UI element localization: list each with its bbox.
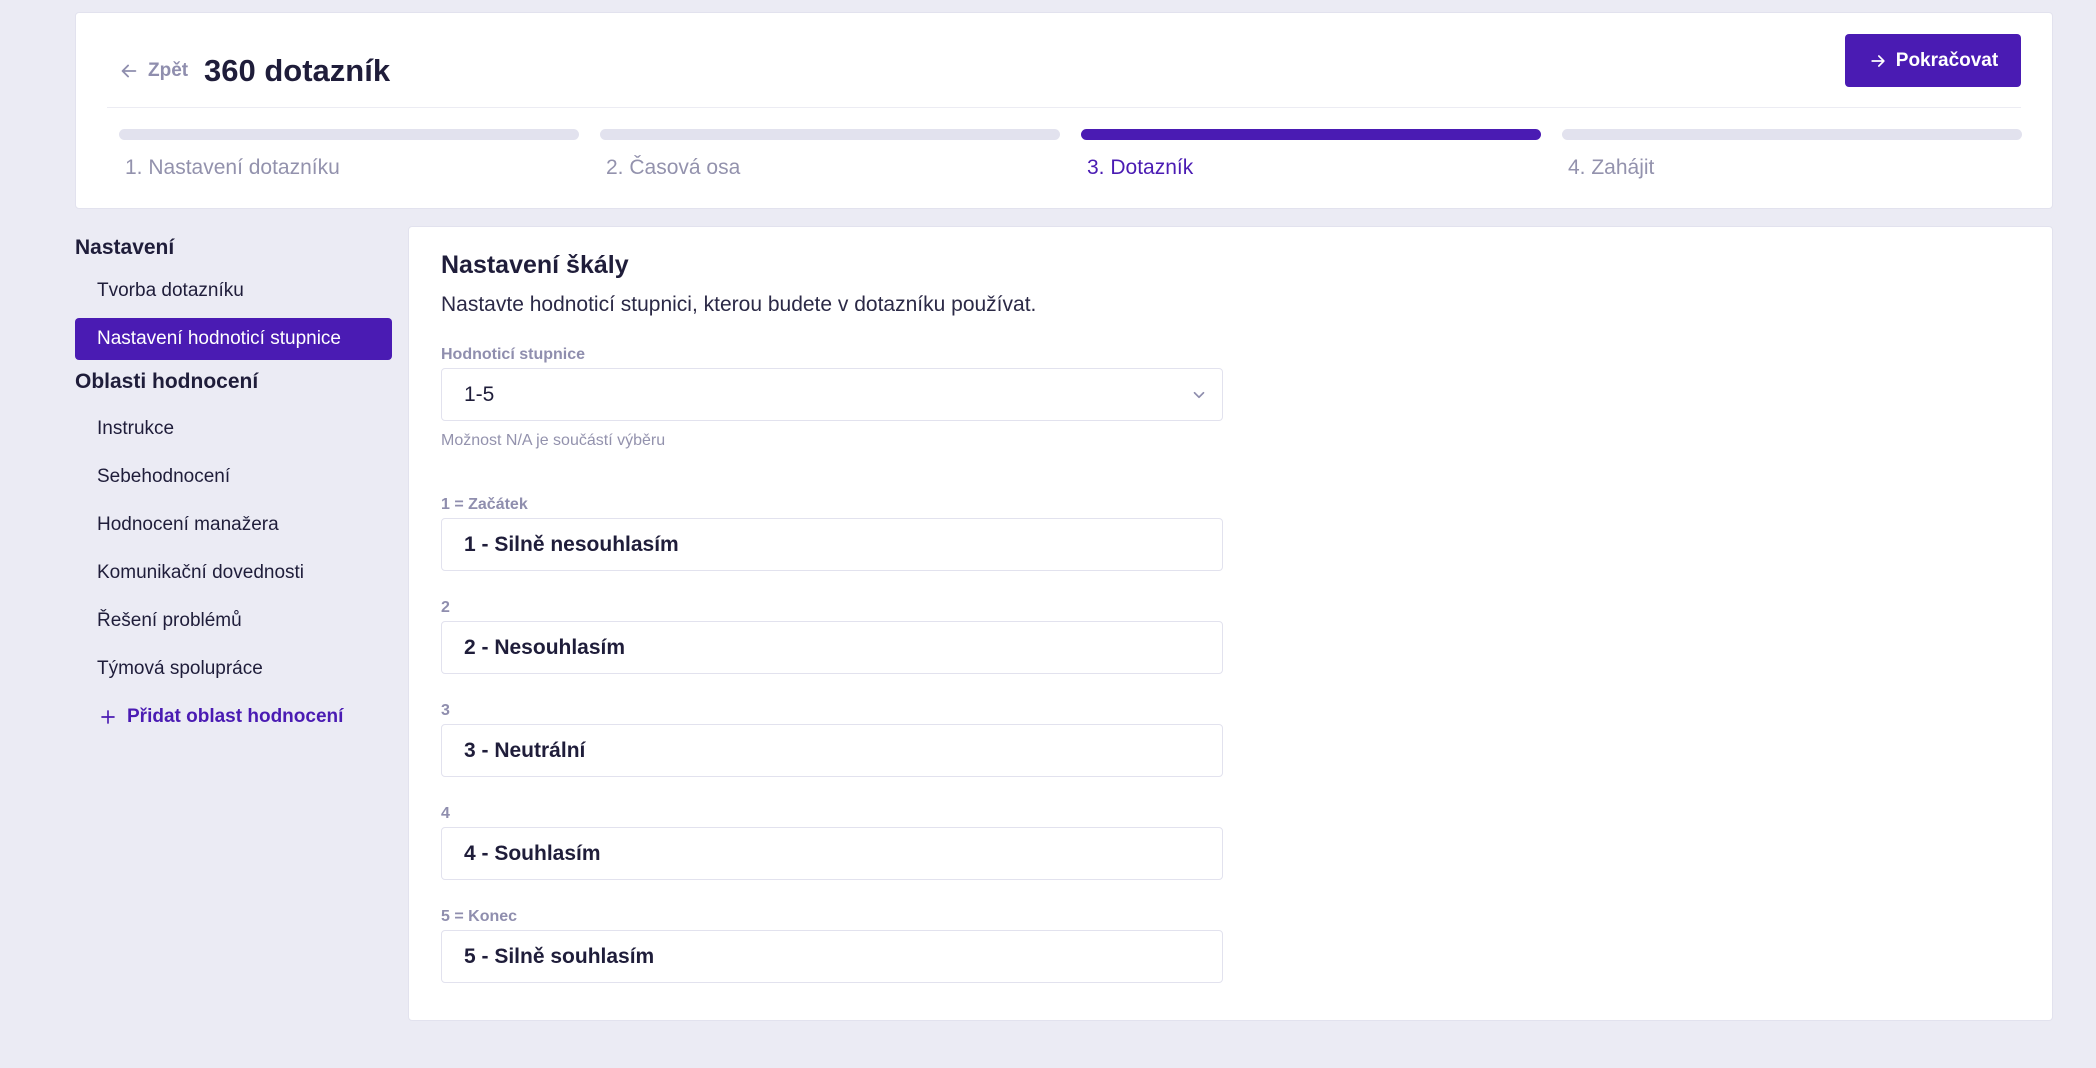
sidebar-item-teamwork[interactable]: Týmová spolupráce [75,648,392,690]
scale-select-label: Hodnoticí stupnice [441,346,585,363]
step-label: 3. Dotazník [1087,156,1194,179]
back-link[interactable]: Zpět [118,49,188,93]
sidebar-item-instructions[interactable]: Instrukce [75,408,392,450]
sidebar-item-rating-scale[interactable]: Nastavení hodnoticí stupnice [75,318,392,360]
step-progress-bar [119,129,579,140]
step-label: 2. Časová osa [606,156,741,179]
sidebar-item-problem-solving[interactable]: Řešení problémů [75,600,392,642]
na-hint: Možnost N/A je součástí výběru [441,432,666,449]
scale-field-3-input[interactable]: 3 - Neutrální [441,724,1223,777]
sidebar-heading-settings: Nastavení [75,236,175,259]
step-2[interactable]: 2. Časová osa [600,129,1060,189]
step-progress-bar [1562,129,2022,140]
scale-field-2-input[interactable]: 2 - Nesouhlasím [441,621,1223,674]
page-title: 360 dotazník [204,53,391,88]
step-progress-bar [1081,129,1541,140]
stepper: 1. Nastavení dotazníku 2. Časová osa 3. … [119,129,2022,189]
scale-select-value: 1-5 [464,382,495,406]
back-label: Zpět [148,60,189,81]
header-card: Zpět 360 dotazník Pokračovat 1. Nastaven… [75,12,2053,209]
sidebar-item-communication-skills[interactable]: Komunikační dovednosti [75,552,392,594]
continue-button[interactable]: Pokračovat [1845,34,2021,87]
arrow-left-icon [121,64,137,78]
sidebar-heading-areas: Oblasti hodnocení [75,370,259,393]
add-area-label: Přidat oblast hodnocení [127,706,344,727]
arrow-right-icon [1871,54,1885,67]
plus-icon [101,710,115,724]
sidebar-item-questionnaire-builder[interactable]: Tvorba dotazníku [75,270,392,312]
step-4[interactable]: 4. Zahájit [1562,129,2022,189]
scale-field-5-label: 5 = Konec [441,908,518,925]
section-title: Nastavení škály [441,251,629,279]
step-3[interactable]: 3. Dotazník [1081,129,1541,189]
add-area-button[interactable]: Přidat oblast hodnocení [75,696,392,738]
scale-field-2-label: 2 [441,599,450,616]
scale-select[interactable]: 1-5 [441,368,1223,421]
section-description: Nastavte hodnoticí stupnici, kterou bude… [441,293,1037,316]
scale-field-4-label: 4 [441,805,450,822]
step-progress-bar [600,129,1060,140]
scale-field-5-input[interactable]: 5 - Silně souhlasím [441,930,1223,983]
step-label: 1. Nastavení dotazníku [125,156,340,179]
scale-settings-card: Nastavení škály Nastavte hodnoticí stupn… [408,226,2053,1021]
scale-field-3-label: 3 [441,702,450,719]
scale-field-1-input[interactable]: 1 - Silně nesouhlasím [441,518,1223,571]
step-1[interactable]: 1. Nastavení dotazníku [119,129,579,189]
scale-field-4-input[interactable]: 4 - Souhlasím [441,827,1223,880]
sidebar-item-self-assessment[interactable]: Sebehodnocení [75,456,392,498]
sidebar-item-manager-assessment[interactable]: Hodnocení manažera [75,504,392,546]
chevron-down-icon [1193,391,1205,398]
step-label: 4. Zahájit [1568,156,1655,179]
continue-label: Pokračovat [1895,49,1999,71]
sidebar: Nastavení Tvorba dotazníku Nastavení hod… [75,232,392,738]
header-divider [107,107,2021,108]
scale-field-1-label: 1 = Začátek [441,496,528,513]
